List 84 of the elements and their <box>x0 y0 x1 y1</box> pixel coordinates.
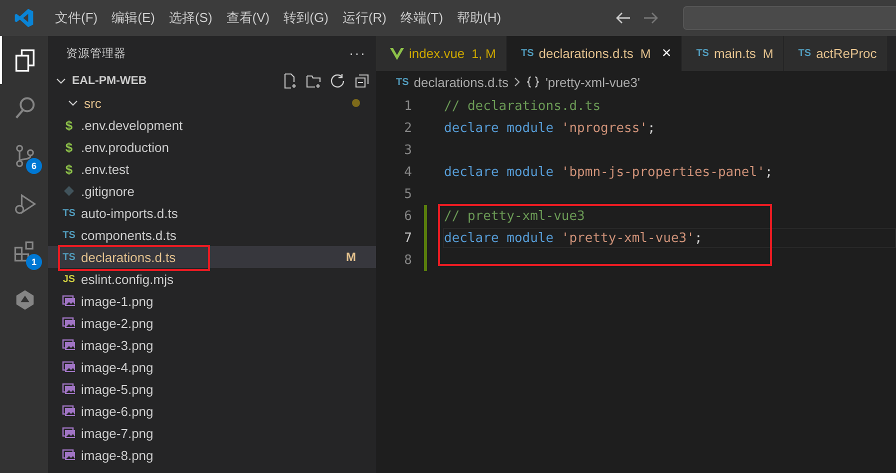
menu-item[interactable]: 运行(R) <box>335 9 394 27</box>
file-row[interactable]: image-2.png <box>48 312 376 334</box>
file-type-icon: TS <box>62 230 76 240</box>
code-line: // pretty-xml-vue3 <box>444 208 585 224</box>
count-badge: 6 <box>26 158 42 174</box>
image-file-icon <box>62 449 76 461</box>
file-type-icon: JS <box>62 274 76 284</box>
menu-item[interactable]: 转到(G) <box>276 9 336 27</box>
image-file-icon <box>62 317 76 329</box>
line-number: 3 <box>403 142 413 158</box>
refresh-icon[interactable] <box>330 73 346 89</box>
project-folder[interactable]: EAL-PM-WEB <box>72 75 147 87</box>
git-status: M <box>346 250 356 264</box>
chevron-down-icon[interactable] <box>56 76 66 86</box>
line-number: 4 <box>403 164 413 180</box>
file-row[interactable]: image-6.png <box>48 400 376 422</box>
menu-item[interactable]: 编辑(E) <box>104 9 162 27</box>
line-number: 6 <box>403 208 413 224</box>
braces-icon <box>526 76 540 88</box>
menu-item[interactable]: 终端(T) <box>393 9 450 27</box>
line-number: 5 <box>403 186 413 202</box>
file-row[interactable]: .gitignore <box>48 180 376 202</box>
image-file-icon <box>62 339 76 351</box>
file-row[interactable]: $ .env.development <box>48 114 376 136</box>
app-logo-icon <box>14 8 34 28</box>
code-line: declare module 'bpmn-js-properties-panel'; <box>444 164 773 180</box>
image-file-icon <box>62 295 76 307</box>
image-file-icon <box>62 427 76 439</box>
file-type-icon: $ <box>62 140 76 154</box>
explorer-title: 资源管理器 <box>66 46 126 60</box>
image-file-icon <box>62 361 76 373</box>
extensions-tab[interactable]: 1 <box>0 228 48 276</box>
editor-tab[interactable]: TS declarations.d.ts M × <box>506 36 682 71</box>
file-type-icon: TS <box>62 252 76 262</box>
line-number: 1 <box>403 98 413 114</box>
menu-item[interactable]: 选择(S) <box>162 9 220 27</box>
image-file-icon <box>62 405 76 417</box>
file-row[interactable]: src <box>48 92 376 114</box>
line-number: 8 <box>403 252 413 268</box>
code-line: // declarations.d.ts <box>444 98 601 114</box>
line-number: 7 <box>403 230 413 246</box>
menu-item[interactable]: 帮助(H) <box>450 9 508 27</box>
file-row[interactable]: JS eslint.config.mjs <box>48 268 376 290</box>
file-row[interactable]: image-7.png <box>48 422 376 444</box>
play-bug-icon <box>12 191 38 217</box>
file-row[interactable]: image-4.png <box>48 356 376 378</box>
back-arrow-icon[interactable] <box>615 11 631 25</box>
file-row[interactable]: image-8.png <box>48 444 376 466</box>
file-row[interactable]: image-5.png <box>48 378 376 400</box>
breadcrumb-symbol[interactable]: 'pretty-xml-vue3' <box>545 74 640 90</box>
file-row[interactable]: $ .env.test <box>48 158 376 180</box>
v-logo-icon <box>390 48 404 60</box>
file-row[interactable]: $ .env.production <box>48 136 376 158</box>
collapse-all-icon[interactable] <box>354 73 370 89</box>
forward-arrow-icon[interactable] <box>643 11 659 25</box>
editor-tab[interactable]: TS main.ts M <box>682 36 784 71</box>
file-type-icon: TS <box>62 208 76 218</box>
file-type-icon: $ <box>62 118 76 132</box>
line-number: 2 <box>403 120 413 136</box>
image-file-icon <box>62 383 76 395</box>
code-line: declare module 'pretty-xml-vue3'; <box>444 230 702 246</box>
file-type-icon: TS <box>396 76 409 88</box>
file-row[interactable]: TS auto-imports.d.ts <box>48 202 376 224</box>
file-row[interactable]: image-3.png <box>48 334 376 356</box>
search-field[interactable] <box>683 6 896 30</box>
file-row[interactable]: TS declarations.d.ts M <box>48 246 376 268</box>
close-icon[interactable]: × <box>662 44 672 62</box>
new-file-icon[interactable] <box>282 73 298 89</box>
more-actions-button[interactable]: ··· <box>349 45 366 61</box>
breadcrumb-file[interactable]: declarations.d.ts <box>414 74 508 90</box>
source-control-tab[interactable]: 6 <box>0 132 48 180</box>
menu-item[interactable]: 查看(V) <box>219 9 277 27</box>
chevron-right-icon <box>513 77 522 87</box>
editor-tab[interactable]: index.vue 1, M <box>376 36 507 71</box>
diamond-icon <box>62 185 76 197</box>
menu-item[interactable]: 文件(F) <box>48 9 105 27</box>
chevron-down-icon[interactable] <box>68 98 78 108</box>
file-row[interactable]: image-1.png <box>48 290 376 312</box>
new-folder-icon[interactable] <box>306 73 322 89</box>
file-row[interactable]: TS components.d.ts <box>48 224 376 246</box>
count-badge: 1 <box>26 254 42 270</box>
code-line: declare module 'nprogress'; <box>444 120 656 136</box>
editor-tab[interactable]: TS actReProc <box>784 36 888 71</box>
file-type-icon: $ <box>62 162 76 176</box>
